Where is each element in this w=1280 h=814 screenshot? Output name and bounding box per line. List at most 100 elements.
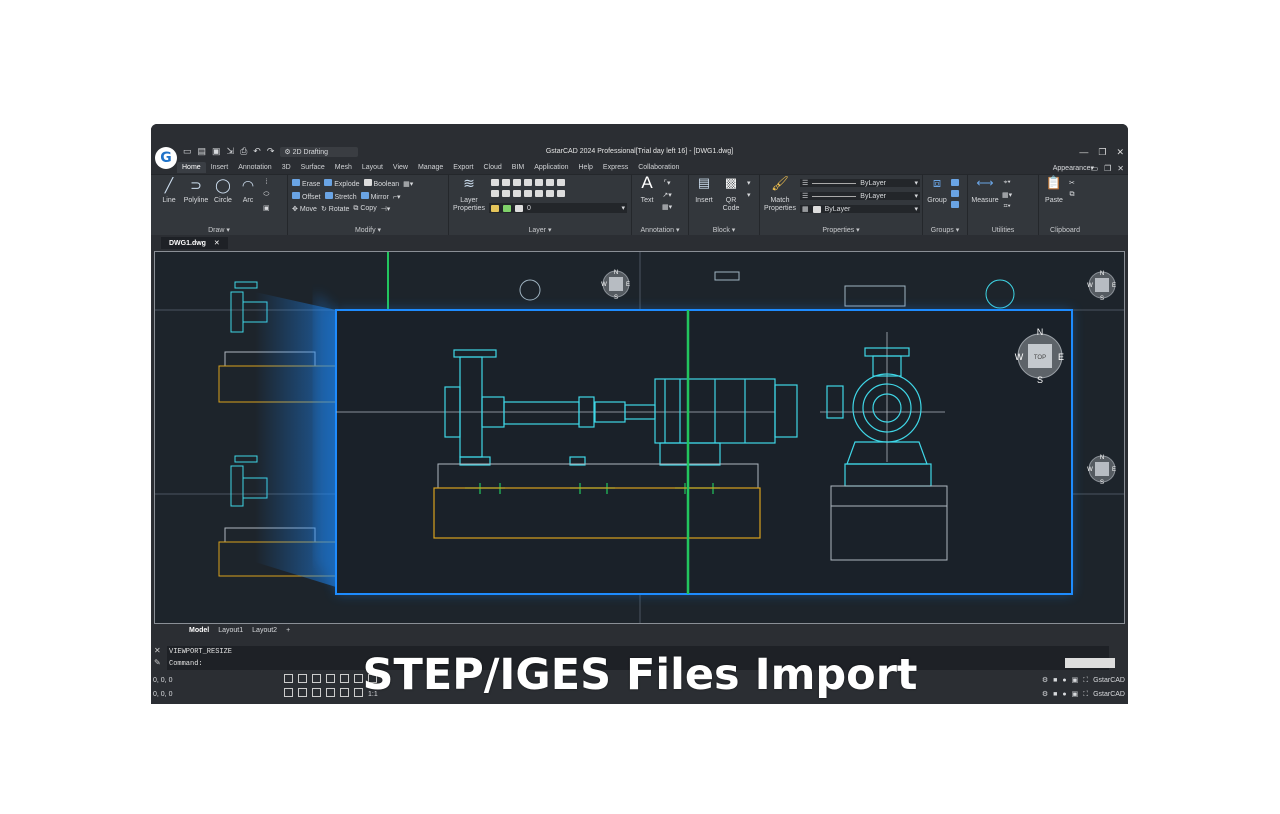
viewcube-east[interactable]: E [626,282,630,288]
tab-insert[interactable]: Insert [206,162,234,173]
tab-manage[interactable]: Manage [413,162,448,173]
text-tool[interactable]: A Text [636,174,658,205]
viewcube-west[interactable]: W [1087,467,1093,473]
layer-tool-icon[interactable] [513,179,521,186]
drawing-area[interactable]: N S W E N S W E N S W E TOP N S W E [154,251,1125,624]
mirror-button[interactable]: Mirror [360,192,389,201]
offset-button[interactable]: Offset [292,192,321,201]
tab-model[interactable]: Model [186,627,212,634]
layer-tool-icon[interactable] [557,190,565,197]
layer-tool-icon[interactable] [535,190,543,197]
viewcube-small[interactable]: N S W E [1087,271,1116,302]
minimize-icon[interactable]: — [1079,147,1088,158]
layer-tool-icon[interactable] [491,190,499,197]
tab-help[interactable]: Help [574,162,598,173]
dimension-icon[interactable]: ⌜▾ [664,179,671,187]
viewcube-small[interactable]: N S W E [1087,455,1116,486]
array-icon[interactable]: ▦▾ [403,180,413,188]
layer-select[interactable]: 0 ▾ [489,203,627,213]
tab-application[interactable]: Application [529,162,573,173]
match-properties-tool[interactable]: 🖌 Match Properties [762,176,798,213]
layer-properties-tool[interactable]: ≋ Layer Properties [451,176,487,213]
layer-tool-icon[interactable] [502,190,510,197]
stretch-button[interactable]: Stretch [324,192,357,201]
viewcube-west[interactable]: W [1087,283,1093,289]
viewcube-north[interactable]: N [1100,271,1104,277]
add-layout-button[interactable]: + [283,627,293,634]
circle-tool[interactable]: ◯ Circle [211,178,235,205]
arc-tool[interactable]: ◠ Arc [237,178,259,205]
layer-tool-icon[interactable] [491,179,499,186]
viewcube-south[interactable]: S [1037,375,1043,385]
tab-express[interactable]: Express [598,162,633,173]
restore-icon[interactable]: ❐ [1098,147,1106,158]
document-tab[interactable]: DWG1.dwg ✕ [161,237,228,249]
viewcube-west[interactable]: W [1015,352,1024,362]
tab-cloud[interactable]: Cloud [479,162,507,173]
viewcube-south[interactable]: S [1100,296,1104,302]
id-point-icon[interactable]: ⌗▾ [1004,203,1011,211]
layer-tool-icon[interactable] [546,179,554,186]
copy-clip-icon[interactable]: ⧉ [1069,191,1074,199]
fillet-icon[interactable]: ⌐▾ [393,193,401,201]
line-tool[interactable]: ╱ Line [157,178,181,205]
layer-tool-icon[interactable] [557,179,565,186]
tab-layout2[interactable]: Layout2 [249,627,280,634]
point-icon[interactable]: ⁞ [265,179,267,186]
layer-tool-icon[interactable] [524,179,532,186]
ribbon-restore-icon[interactable]: ❐ [1104,164,1111,173]
tab-export[interactable]: Export [448,162,478,173]
erase-button[interactable]: Erase [292,179,320,188]
calculator-icon[interactable]: ▦▾ [1002,191,1012,199]
table-icon[interactable]: ▦▾ [662,203,672,211]
viewcube-north[interactable]: N [614,270,618,276]
color-select[interactable]: ☰ ByLayer ▾ [800,179,920,187]
tab-layout1[interactable]: Layout1 [215,627,246,634]
move-button[interactable]: ✥ Move [292,205,317,213]
viewcube-east[interactable]: E [1112,467,1116,473]
polyline-tool[interactable]: ⊃ Polyline [181,178,211,205]
layer-tool-icon[interactable] [502,179,510,186]
leader-icon[interactable]: ↗▾ [662,191,671,199]
viewcube-east[interactable]: E [1112,283,1116,289]
block-attr-icon[interactable]: ▾ [747,191,751,199]
ribbon-min-icon[interactable]: ▭ [1091,164,1099,173]
layer-tool-icon[interactable] [524,190,532,197]
ungroup-icon[interactable] [951,179,959,186]
tab-layout[interactable]: Layout [357,162,388,173]
lineweight-select[interactable]: ☰ ByLayer ▾ [800,192,920,200]
drawing-canvas[interactable]: N S W E N S W E N S W E TOP N S W E [155,252,1124,623]
viewcube-east[interactable]: E [1058,352,1064,362]
boolean-button[interactable]: Boolean [363,179,399,188]
viewcube-south[interactable]: S [1100,480,1104,486]
group-edit-icon[interactable] [951,190,959,197]
tab-bim[interactable]: BIM [507,162,529,173]
explode-button[interactable]: Explode [324,179,360,188]
viewcube-west[interactable]: W [601,282,607,288]
ribbon-close-icon[interactable]: ✕ [1117,164,1124,173]
tab-view[interactable]: View [388,162,413,173]
viewcube-small[interactable]: N S W E [601,270,630,301]
tab-collaboration[interactable]: Collaboration [633,162,684,173]
zoomed-viewport[interactable] [335,309,1073,595]
viewcube-north[interactable]: N [1037,327,1044,337]
viewcube-top[interactable]: TOP [1034,355,1046,361]
paste-tool[interactable]: 📋 Paste [1041,176,1067,205]
app-logo[interactable]: G [155,147,177,169]
tab-3d[interactable]: 3D [277,162,296,173]
ellipse-icon[interactable]: ⬭ [263,191,269,199]
measure-tool[interactable]: ⟷ Measure [970,177,1000,205]
group-select-icon[interactable] [951,201,959,208]
layer-tool-icon[interactable] [513,190,521,197]
select-icon[interactable]: ⌖▾ [1004,179,1011,187]
trim-icon[interactable]: ⊣▾ [381,205,391,213]
tab-mesh[interactable]: Mesh [330,162,357,173]
copy-button[interactable]: ⧉ Copy [353,205,376,213]
tab-home[interactable]: Home [177,162,206,173]
insert-tool[interactable]: ▤ Insert [691,176,717,205]
cut-icon[interactable]: ✂ [1069,179,1075,187]
layer-tool-icon[interactable] [546,190,554,197]
close-icon[interactable]: ✕ [1116,147,1124,158]
viewcube-north[interactable]: N [1100,455,1104,461]
rotate-button[interactable]: ↻ Rotate [321,205,349,213]
